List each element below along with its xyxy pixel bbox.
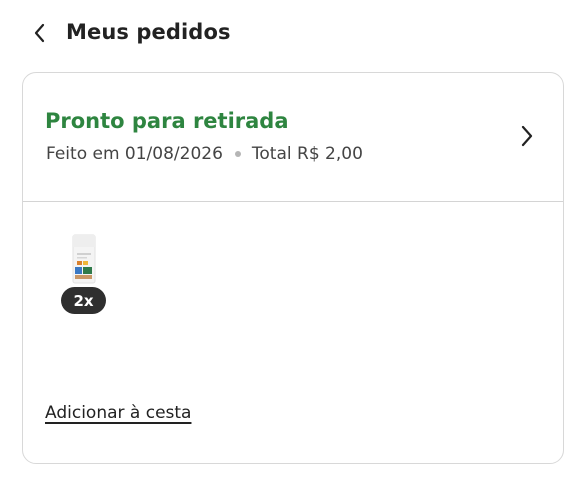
page-title: Meus pedidos (66, 20, 231, 44)
order-meta: Feito em 01/08/2026 Total R$ 2,00 (46, 144, 363, 164)
order-date: Feito em 01/08/2026 (46, 144, 223, 164)
page-header: Meus pedidos (0, 0, 586, 68)
back-button[interactable] (24, 18, 54, 48)
quantity-badge: 2x (61, 287, 106, 314)
order-card: Pronto para retirada Feito em 01/08/2026… (22, 72, 564, 464)
divider (23, 201, 563, 202)
chevron-left-icon (34, 23, 45, 43)
chevron-right-icon[interactable] (517, 123, 537, 149)
order-total: Total R$ 2,00 (251, 144, 363, 164)
order-summary[interactable]: Pronto para retirada Feito em 01/08/2026… (23, 73, 563, 202)
order-status: Pronto para retirada (45, 109, 289, 133)
add-to-cart-link[interactable]: Adicionar à cesta (45, 403, 191, 423)
separator-dot (234, 151, 241, 157)
